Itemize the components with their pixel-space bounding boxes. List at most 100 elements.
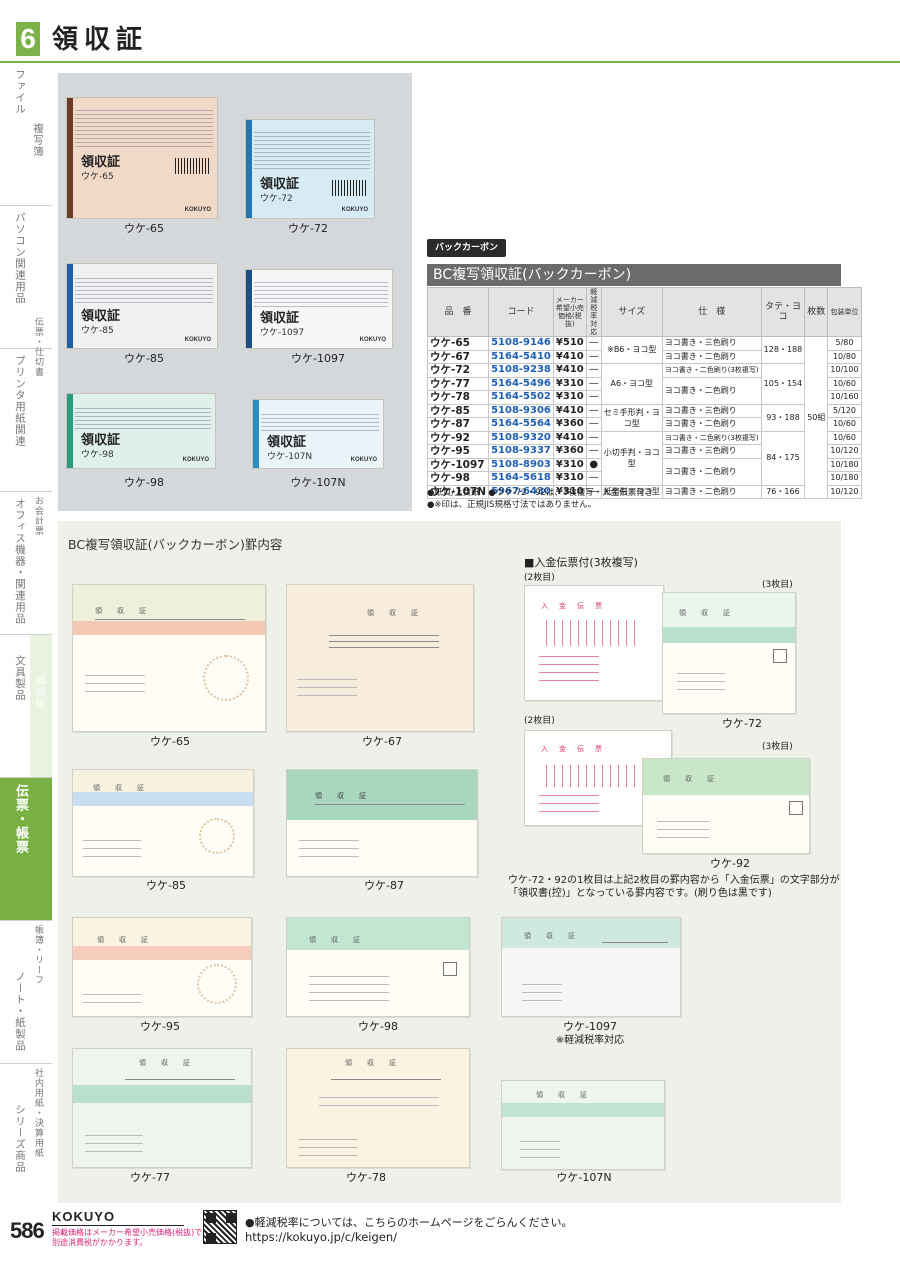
slip-model: ウケ-72 xyxy=(260,194,293,204)
col-header: サイズ xyxy=(600,287,663,337)
name-line xyxy=(125,1079,235,1080)
col-header: 仕 様 xyxy=(661,287,762,337)
cell-pack: 10/60 xyxy=(827,430,862,445)
form-uke-92-third: 領 収 証 xyxy=(642,758,810,854)
cell-code: 5164-5564 xyxy=(488,417,554,432)
price-note-line: 別途消費税がかかります。 xyxy=(52,1238,148,1247)
cell-pack: 10/180 xyxy=(827,471,862,486)
footer-tax-note: ●軽減税率については、こちらのホームページをごらんください。 xyxy=(245,1216,573,1229)
cell-price: ¥410 xyxy=(552,430,587,445)
table-title: BC複写領収証(バックカーボン) xyxy=(427,264,841,286)
form-caption: ウケ-72 xyxy=(722,717,762,730)
form-band xyxy=(73,1085,251,1103)
cell-tax: — xyxy=(585,444,602,459)
cell-size: 小切手判・ヨコ型 xyxy=(600,430,663,486)
side-tab-printer[interactable]: プリンタ用紙関連 xyxy=(0,349,52,492)
cell-price: ¥310 xyxy=(552,390,587,405)
entry-slip-uke-72: 入 金 伝 票 xyxy=(524,585,664,701)
side-tab-notebook[interactable]: ノート・紙製品 帳簿・リーフ xyxy=(0,921,52,1064)
form-caption: ウケ-95 xyxy=(140,1020,180,1033)
form-caption: ウケ-98 xyxy=(358,1020,398,1033)
cell-spec: ヨコ書き・二色刷り xyxy=(661,349,762,364)
cell-tax: — xyxy=(585,390,602,405)
cell-price: ¥310 xyxy=(552,457,587,472)
cell-pack: 5/120 xyxy=(827,403,862,418)
slip-stripe xyxy=(67,98,73,218)
product-caption: ウケ-65 xyxy=(124,222,164,235)
logo-underline xyxy=(52,1225,184,1226)
cell-pack: 10/160 xyxy=(827,390,862,405)
product-image-uke-98: 領収証 ウケ-98 KOKUYO xyxy=(66,393,216,469)
form-rows xyxy=(83,988,141,1010)
qr-code-icon[interactable] xyxy=(203,1210,237,1244)
form-uke-107n: 領 収 証 xyxy=(501,1080,665,1170)
product-image-uke-1097: 領収証 ウケ-1097 KOKUYO xyxy=(245,269,393,349)
cell-spec: ヨコ書き・三色刷り xyxy=(661,336,762,351)
form-uke-72-third: 領 収 証 xyxy=(662,592,796,714)
cell-product-number: ウケ-67 xyxy=(426,349,490,364)
side-tab-series[interactable]: シリーズ商品 社内用紙・決算用紙 xyxy=(0,1064,52,1207)
side-tab-file[interactable]: ファイル 複写簿 xyxy=(0,63,52,206)
cell-tax: — xyxy=(585,363,602,378)
side-tab-label: シリーズ商品 xyxy=(14,1104,26,1173)
slip-title: 領収証 xyxy=(260,311,300,326)
form-caption: ウケ-107N xyxy=(556,1171,612,1184)
brand-mark: KOKUYO xyxy=(359,337,386,343)
cell-dims: 93・188 xyxy=(760,403,806,432)
cell-pack: 10/100 xyxy=(827,363,862,378)
form-title: 領 収 証 xyxy=(139,1059,194,1067)
slip-title: 領収証 xyxy=(81,309,121,324)
slip-pattern xyxy=(254,132,370,172)
cell-pack: 10/60 xyxy=(827,417,862,432)
side-tab-label: プリンタ用紙関連 xyxy=(14,355,26,447)
cell-spec: ヨコ書き・二色刷り xyxy=(661,417,762,432)
side-tab-slips-active[interactable]: 伝票・帳票 xyxy=(0,778,52,921)
side-tab-receipt[interactable]: 領収証 xyxy=(30,635,52,778)
form-band xyxy=(502,1103,664,1117)
footer-url-link[interactable]: https://kokuyo.jp/c/keigen/ xyxy=(245,1231,397,1244)
name-line xyxy=(331,1079,441,1080)
slip-model: ウケ-65 xyxy=(81,172,114,182)
col-header: 包装単位 xyxy=(827,287,862,337)
form-rows xyxy=(83,840,141,864)
cell-price: ¥310 xyxy=(552,471,587,486)
rosette-pattern xyxy=(203,655,249,701)
slip-title: 領収証 xyxy=(81,155,121,170)
cell-code: 5108-9238 xyxy=(488,363,554,378)
cell-tax: — xyxy=(585,349,602,364)
entry-slip-title: 入 金 伝 票 xyxy=(541,602,604,610)
side-tab-label: お会計票 xyxy=(33,496,43,536)
cell-price: ¥510 xyxy=(552,336,587,351)
slip-stripe xyxy=(67,264,73,348)
product-image-uke-85: 領収証 ウケ-85 KOKUYO xyxy=(66,263,218,349)
form-uke-77: 領 収 証 xyxy=(72,1048,252,1168)
cell-pack: 10/80 xyxy=(827,349,862,364)
cell-code: 5108-9337 xyxy=(488,444,554,459)
side-tab-office[interactable]: オフィス機器・関連用品 お会計票 xyxy=(0,492,52,635)
cell-product-number: ウケ-98 xyxy=(426,471,490,486)
side-tab-label: 領収証 xyxy=(34,675,46,710)
form-caption: ウケ-85 xyxy=(146,879,186,892)
product-caption: ウケ-1097 xyxy=(291,352,345,365)
form-rows xyxy=(539,620,639,646)
cell-spec: ヨコ書き・二色刷り xyxy=(661,484,762,499)
col-header: コード xyxy=(488,287,554,337)
product-caption: ウケ-98 xyxy=(124,476,164,489)
side-tab-denpyo-sub[interactable]: 伝票・仕切書 xyxy=(0,313,52,377)
form-rows xyxy=(85,675,145,699)
cell-dims: 84・175 xyxy=(760,430,806,486)
brand-mark: KOKUYO xyxy=(182,457,209,463)
brand-mark: KOKUYO xyxy=(184,207,211,213)
side-tab-label: パソコン関連用品 xyxy=(14,212,26,304)
form-band xyxy=(663,627,795,643)
label-third-sheet: (3枚目) xyxy=(762,580,793,590)
table-note: ●紙質/上質紙 ●ウケ-72・92は、3枚複写・入金伝票付き xyxy=(427,488,654,498)
cell-code: 5164-5618 xyxy=(488,471,554,486)
form-title: 領 収 証 xyxy=(97,936,152,944)
cell-product-number: ウケ-87 xyxy=(426,417,490,432)
form-rows xyxy=(539,765,649,787)
side-index: ファイル 複写簿 パソコン関連用品 伝票・仕切書 プリンタ用紙関連 オフィス機器… xyxy=(0,63,52,1243)
side-tab-label: 伝票・帳票 xyxy=(13,784,28,854)
cell-size: ※B6・ヨコ型 xyxy=(600,336,663,364)
table-header-row: 品 番 コード メーカー希望小売価格(税抜) 軽減税率対応 サイズ 仕 様 タテ… xyxy=(426,287,862,337)
